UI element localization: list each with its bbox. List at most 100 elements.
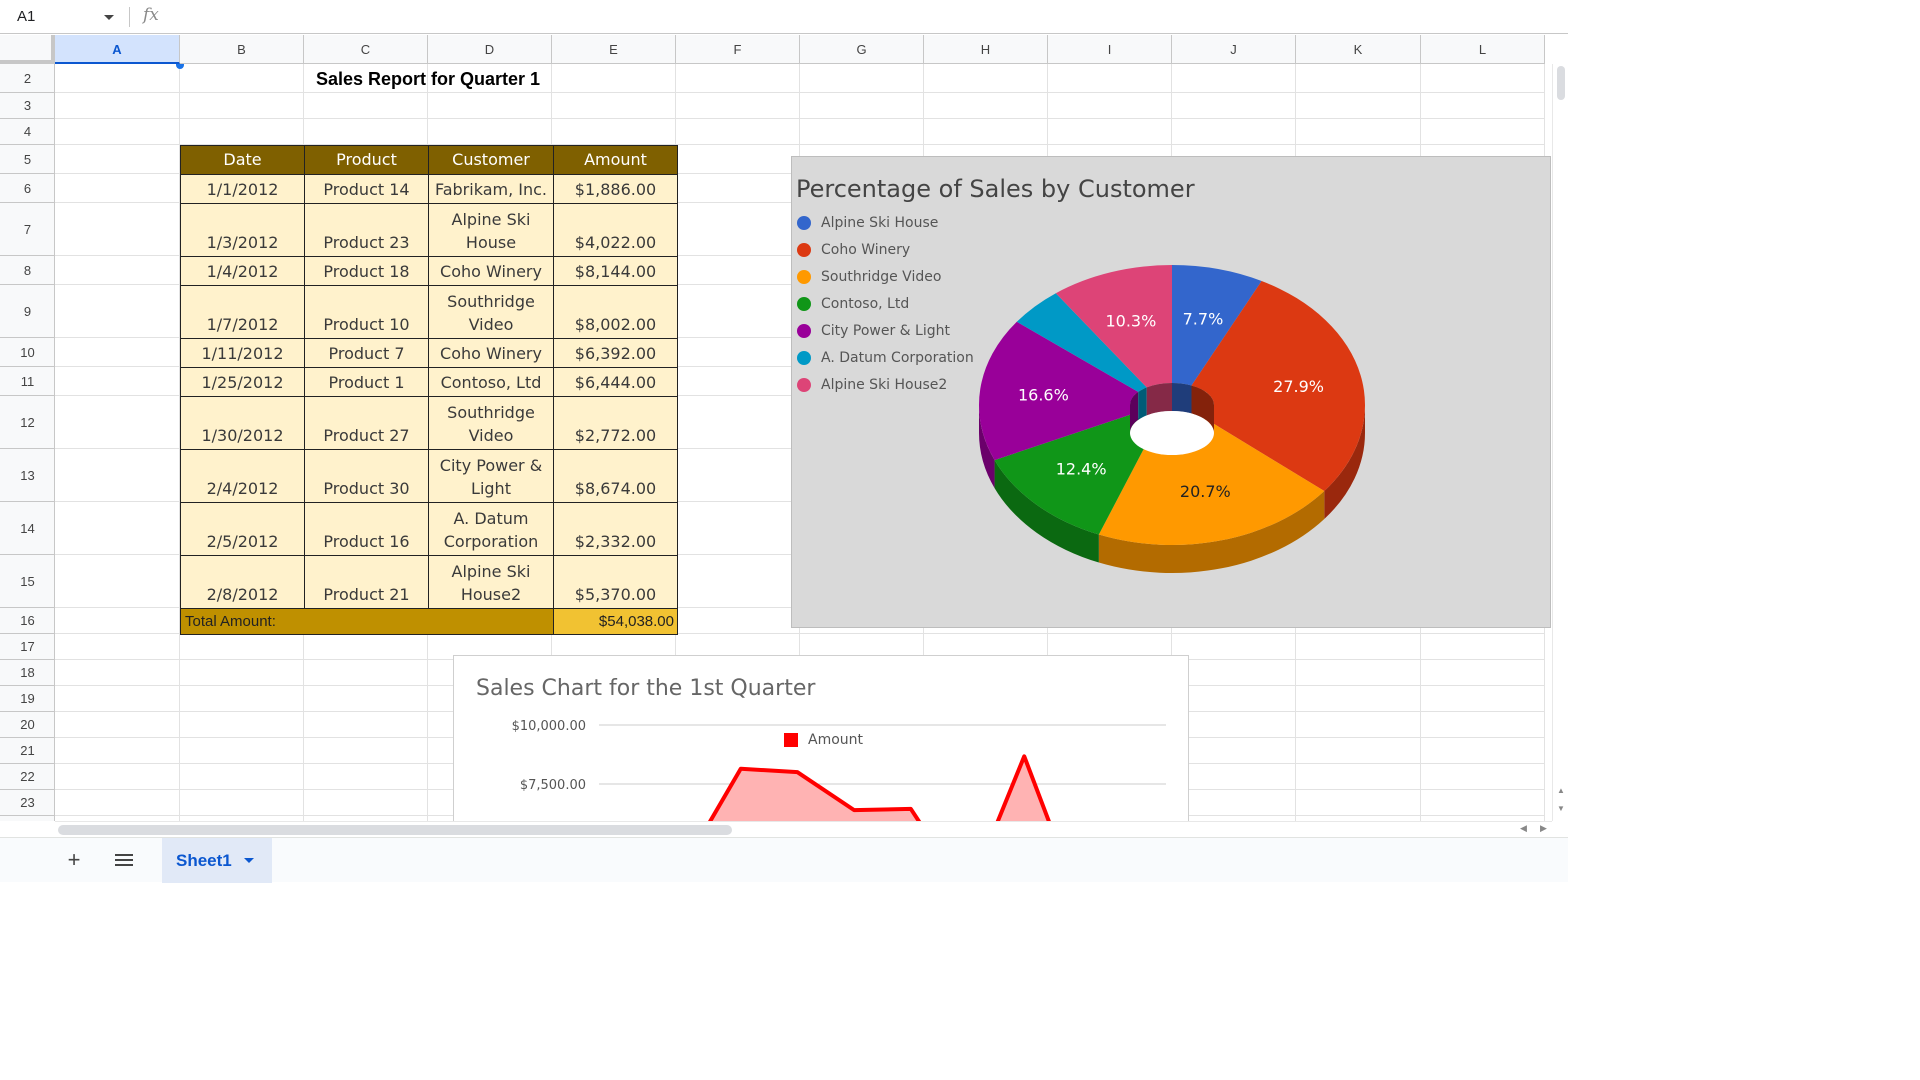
cell-product[interactable]: Product 27 xyxy=(304,396,429,450)
horizontal-scroll-thumb[interactable] xyxy=(58,825,732,835)
cell-customer[interactable]: Southridge Video xyxy=(428,285,554,339)
cell-amount[interactable]: $4,022.00 xyxy=(553,203,678,257)
legend-item[interactable]: Coho Winery xyxy=(797,240,910,260)
cell-customer[interactable]: A. Datum Corporation xyxy=(428,502,554,556)
cell-customer[interactable]: Coho Winery xyxy=(428,338,554,368)
column-header-i[interactable]: I xyxy=(1048,35,1172,64)
cell-amount[interactable]: $2,332.00 xyxy=(553,502,678,556)
column-header-c[interactable]: C xyxy=(304,35,428,64)
cell-date[interactable]: 1/3/2012 xyxy=(180,203,305,257)
header-product[interactable]: Product xyxy=(304,145,429,175)
row-header-15[interactable]: 15 xyxy=(0,555,54,608)
column-header-b[interactable]: B xyxy=(180,35,304,64)
cell-amount[interactable]: $5,370.00 xyxy=(553,555,678,609)
cell-product[interactable]: Product 16 xyxy=(304,502,429,556)
scroll-right-icon[interactable]: ▶ xyxy=(1540,823,1547,834)
cell-date[interactable]: 2/4/2012 xyxy=(180,449,305,503)
cell-amount[interactable]: $8,144.00 xyxy=(553,256,678,286)
legend-item[interactable]: A. Datum Corporation xyxy=(797,348,974,368)
cell-amount[interactable]: $2,772.00 xyxy=(553,396,678,450)
cell-date[interactable]: 1/7/2012 xyxy=(180,285,305,339)
row-header-5[interactable]: 5 xyxy=(0,145,54,174)
column-header-k[interactable]: K xyxy=(1296,35,1421,64)
cell-customer[interactable]: Alpine Ski House xyxy=(428,203,554,257)
cell-date[interactable]: 2/5/2012 xyxy=(180,502,305,556)
formula-input[interactable] xyxy=(175,4,1545,30)
row-header-4[interactable]: 4 xyxy=(0,119,54,145)
column-header-j[interactable]: J xyxy=(1172,35,1296,64)
cell-date[interactable]: 1/4/2012 xyxy=(180,256,305,286)
cell-amount[interactable]: $8,002.00 xyxy=(553,285,678,339)
column-header-d[interactable]: D xyxy=(428,35,552,64)
total-label[interactable]: Total Amount: xyxy=(180,608,554,635)
cell-product[interactable]: Product 18 xyxy=(304,256,429,286)
row-header-14[interactable]: 14 xyxy=(0,502,54,555)
scroll-down-icon[interactable]: ▼ xyxy=(1557,804,1565,813)
legend-item[interactable]: Alpine Ski House xyxy=(797,213,938,233)
row-header-16[interactable]: 16 xyxy=(0,608,54,634)
cell-date[interactable]: 1/30/2012 xyxy=(180,396,305,450)
legend-item[interactable]: Alpine Ski House2 xyxy=(797,375,947,395)
cell-date[interactable]: 2/8/2012 xyxy=(180,555,305,609)
pie-chart[interactable]: 7.7% 27.9% 20.7% 12.4% 16.6% 10.3% Percentage… xyxy=(791,156,1551,628)
row-header-13[interactable]: 13 xyxy=(0,449,54,502)
row-header-6[interactable]: 6 xyxy=(0,174,54,203)
legend-item[interactable]: Southridge Video xyxy=(797,267,941,287)
cell-product[interactable]: Product 21 xyxy=(304,555,429,609)
header-date[interactable]: Date xyxy=(180,145,305,175)
row-header-12[interactable]: 12 xyxy=(0,396,54,449)
row-header-2[interactable]: 2 xyxy=(0,64,54,93)
cell-amount[interactable]: $6,392.00 xyxy=(553,338,678,368)
row-header-8[interactable]: 8 xyxy=(0,256,54,285)
vertical-scrollbar[interactable]: ▲ ▼ xyxy=(1552,64,1568,821)
header-customer[interactable]: Customer xyxy=(428,145,554,175)
cell-customer[interactable]: Southridge Video xyxy=(428,396,554,450)
cell-date[interactable]: 1/11/2012 xyxy=(180,338,305,368)
row-header-18[interactable]: 18 xyxy=(0,660,54,686)
cell-customer[interactable]: Contoso, Ltd xyxy=(428,367,554,397)
chevron-down-icon[interactable] xyxy=(243,858,254,863)
cell-product[interactable]: Product 30 xyxy=(304,449,429,503)
legend-item[interactable]: City Power & Light xyxy=(797,321,950,341)
name-box[interactable]: A1 xyxy=(8,4,120,30)
total-value[interactable]: $54,038.00 xyxy=(553,608,678,635)
cell-amount[interactable]: $1,886.00 xyxy=(553,174,678,204)
column-header-h[interactable]: H xyxy=(924,35,1048,64)
cell-product[interactable]: Product 1 xyxy=(304,367,429,397)
column-header-g[interactable]: G xyxy=(800,35,924,64)
legend-item[interactable]: Contoso, Ltd xyxy=(797,294,909,314)
select-all-corner[interactable] xyxy=(0,35,55,64)
scroll-left-icon[interactable]: ◀ xyxy=(1520,823,1527,834)
row-header-17[interactable]: 17 xyxy=(0,634,54,660)
row-header-22[interactable]: 22 xyxy=(0,764,54,790)
column-header-a[interactable]: A xyxy=(55,35,180,64)
cell-product[interactable]: Product 14 xyxy=(304,174,429,204)
cell-date[interactable]: 1/1/2012 xyxy=(180,174,305,204)
all-sheets-menu-icon[interactable] xyxy=(110,846,138,874)
cell-customer[interactable]: City Power & Light xyxy=(428,449,554,503)
row-header-23[interactable]: 23 xyxy=(0,790,54,816)
cell-product[interactable]: Product 10 xyxy=(304,285,429,339)
cell-customer[interactable]: Coho Winery xyxy=(428,256,554,286)
column-header-l[interactable]: L xyxy=(1421,35,1545,64)
row-header-3[interactable]: 3 xyxy=(0,93,54,119)
cell-amount[interactable]: $8,674.00 xyxy=(553,449,678,503)
area-chart[interactable]: $10,000.00 $7,500.00 Sales Chart for the … xyxy=(453,655,1189,821)
header-amount[interactable]: Amount xyxy=(553,145,678,175)
series-line-amount[interactable] xyxy=(627,754,1137,821)
row-header-7[interactable]: 7 xyxy=(0,203,54,256)
chevron-down-icon[interactable] xyxy=(104,15,114,20)
row-header-21[interactable]: 21 xyxy=(0,738,54,764)
cell-product[interactable]: Product 23 xyxy=(304,203,429,257)
column-header-e[interactable]: E xyxy=(552,35,676,64)
row-header-19[interactable]: 19 xyxy=(0,686,54,712)
cell-date[interactable]: 1/25/2012 xyxy=(180,367,305,397)
vertical-scroll-thumb[interactable] xyxy=(1557,66,1565,100)
sheet-tab[interactable]: Sheet1 xyxy=(162,838,272,883)
row-header-9[interactable]: 9 xyxy=(0,285,54,338)
row-header-20[interactable]: 20 xyxy=(0,712,54,738)
row-header-10[interactable]: 10 xyxy=(0,338,54,367)
add-sheet-icon[interactable]: + xyxy=(60,846,88,874)
cell-amount[interactable]: $6,444.00 xyxy=(553,367,678,397)
scroll-up-icon[interactable]: ▲ xyxy=(1557,786,1565,795)
